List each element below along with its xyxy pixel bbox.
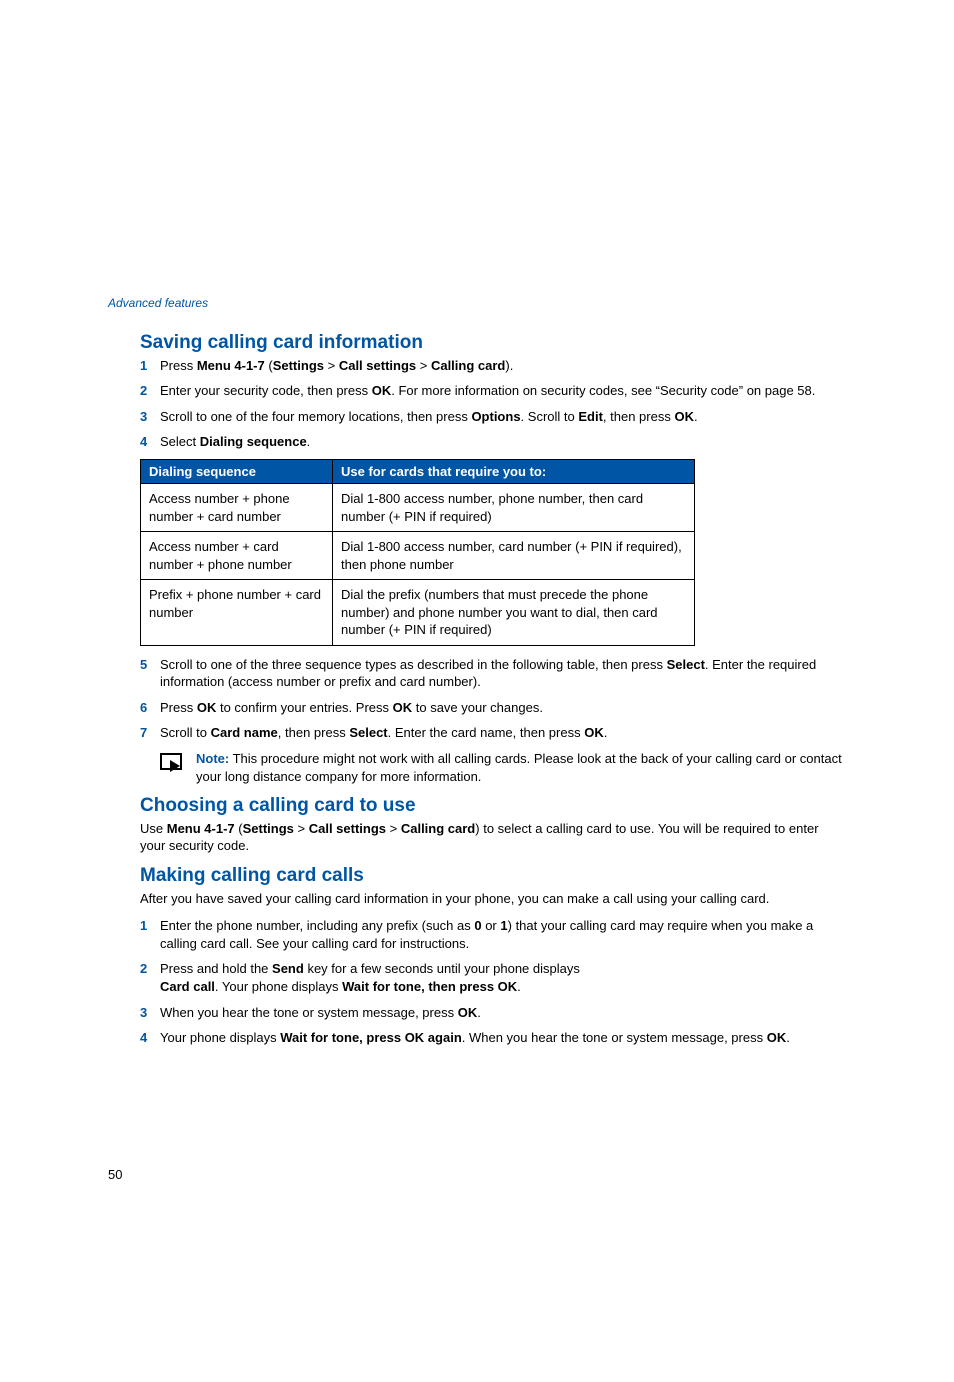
section-title-saving: Saving calling card information [140, 332, 846, 355]
table-header: Use for cards that require you to: [333, 459, 695, 483]
list-item: 4 Select Dialing sequence. [140, 433, 846, 451]
list-item: 5 Scroll to one of the three sequence ty… [140, 656, 846, 691]
note-block: Note: This procedure might not work with… [160, 750, 846, 785]
list-item: 6 Press OK to confirm your entries. Pres… [140, 699, 846, 717]
step-text: Scroll to one of the three sequence type… [160, 656, 846, 691]
table-cell: Prefix + phone number + card number [141, 580, 333, 646]
step-number: 1 [140, 917, 160, 935]
page-number: 50 [108, 1167, 846, 1182]
table-row: Prefix + phone number + card number Dial… [141, 580, 695, 646]
choosing-paragraph: Use Menu 4-1-7 (Settings > Call settings… [140, 820, 846, 855]
step-number: 1 [140, 357, 160, 375]
step-text: Scroll to Card name, then press Select. … [160, 724, 846, 742]
note-text: Note: This procedure might not work with… [196, 750, 846, 785]
table-header: Dialing sequence [141, 459, 333, 483]
saving-steps-list-2: 5 Scroll to one of the three sequence ty… [140, 656, 846, 742]
table-row: Access number + phone number + card numb… [141, 483, 695, 531]
note-icon [160, 750, 196, 772]
step-text: Press and hold the Send key for a few se… [160, 960, 846, 995]
main-content: Saving calling card information 1 Press … [140, 332, 846, 1047]
dialing-sequence-table: Dialing sequence Use for cards that requ… [140, 459, 695, 646]
step-number: 2 [140, 960, 160, 978]
list-item: 1 Enter the phone number, including any … [140, 917, 846, 952]
making-steps-list: 1 Enter the phone number, including any … [140, 917, 846, 1046]
step-number: 4 [140, 433, 160, 451]
step-text: Your phone displays Wait for tone, press… [160, 1029, 846, 1047]
list-item: 7 Scroll to Card name, then press Select… [140, 724, 846, 742]
list-item: 3 When you hear the tone or system messa… [140, 1004, 846, 1022]
section-title-choosing: Choosing a calling card to use [140, 795, 846, 818]
table-cell: Dial the prefix (numbers that must prece… [333, 580, 695, 646]
step-number: 4 [140, 1029, 160, 1047]
step-number: 6 [140, 699, 160, 717]
step-text: Enter the phone number, including any pr… [160, 917, 846, 952]
list-item: 4 Your phone displays Wait for tone, pre… [140, 1029, 846, 1047]
step-text: Select Dialing sequence. [160, 433, 846, 451]
list-item: 2 Enter your security code, then press O… [140, 382, 846, 400]
step-text: Scroll to one of the four memory locatio… [160, 408, 846, 426]
step-number: 3 [140, 408, 160, 426]
step-text: Enter your security code, then press OK.… [160, 382, 846, 400]
table-row: Access number + card number + phone numb… [141, 532, 695, 580]
step-number: 2 [140, 382, 160, 400]
step-number: 3 [140, 1004, 160, 1022]
table-cell: Access number + phone number + card numb… [141, 483, 333, 531]
list-item: 3 Scroll to one of the four memory locat… [140, 408, 846, 426]
list-item: 1 Press Menu 4-1-7 (Settings > Call sett… [140, 357, 846, 375]
table-cell: Dial 1-800 access number, card number (+… [333, 532, 695, 580]
saving-steps-list-1: 1 Press Menu 4-1-7 (Settings > Call sett… [140, 357, 846, 451]
making-paragraph: After you have saved your calling card i… [140, 890, 846, 908]
table-cell: Access number + card number + phone numb… [141, 532, 333, 580]
step-number: 7 [140, 724, 160, 742]
step-text: Press OK to confirm your entries. Press … [160, 699, 846, 717]
running-header: Advanced features [108, 296, 846, 310]
page-container: Advanced features Saving calling card in… [0, 0, 954, 1382]
list-item: 2 Press and hold the Send key for a few … [140, 960, 846, 995]
step-text: When you hear the tone or system message… [160, 1004, 846, 1022]
step-number: 5 [140, 656, 160, 674]
table-cell: Dial 1-800 access number, phone number, … [333, 483, 695, 531]
section-title-making: Making calling card calls [140, 865, 846, 888]
step-text: Press Menu 4-1-7 (Settings > Call settin… [160, 357, 846, 375]
